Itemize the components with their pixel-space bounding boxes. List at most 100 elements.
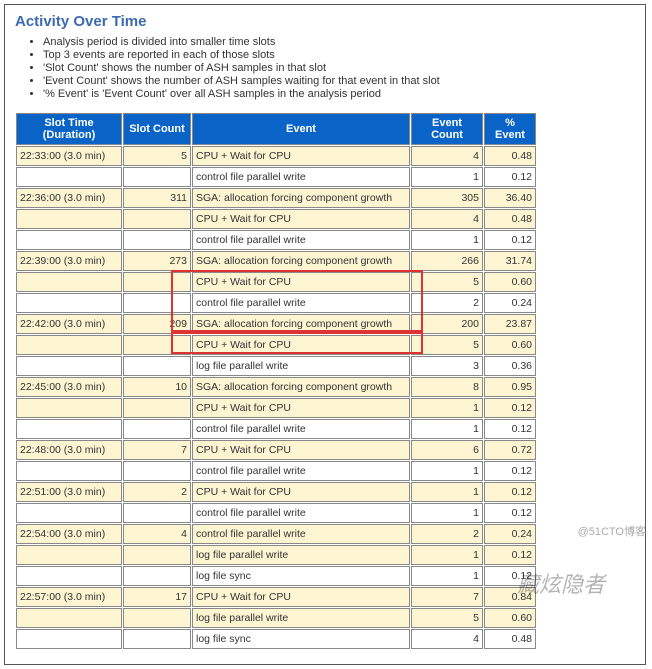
cell-event: SGA: allocation forcing component growth <box>192 314 410 334</box>
cell-event-count: 5 <box>411 272 483 292</box>
col-event-count: Event Count <box>411 113 483 145</box>
cell-event: CPU + Wait for CPU <box>192 146 410 166</box>
cell-slot-time <box>16 167 122 187</box>
cell-slot-time: 22:51:00 (3.0 min) <box>16 482 122 502</box>
header-row: Slot Time (Duration) Slot Count Event Ev… <box>16 113 536 145</box>
cell-pct-event: 0.48 <box>484 209 536 229</box>
cell-event-count: 266 <box>411 251 483 271</box>
cell-event-count: 1 <box>411 482 483 502</box>
table-row: 22:45:00 (3.0 min)10SGA: allocation forc… <box>16 377 536 397</box>
table-row: control file parallel write20.24 <box>16 293 536 313</box>
cell-event-count: 1 <box>411 230 483 250</box>
cell-pct-event: 0.60 <box>484 335 536 355</box>
cell-event: control file parallel write <box>192 503 410 523</box>
cell-slot-time: 22:54:00 (3.0 min) <box>16 524 122 544</box>
cell-slot-count: 273 <box>123 251 191 271</box>
cell-event-count: 4 <box>411 629 483 649</box>
cell-pct-event: 0.72 <box>484 440 536 460</box>
cell-event: log file sync <box>192 629 410 649</box>
cell-slot-time: 22:33:00 (3.0 min) <box>16 146 122 166</box>
cell-event-count: 200 <box>411 314 483 334</box>
cell-slot-count <box>123 629 191 649</box>
col-event: Event <box>192 113 410 145</box>
cell-pct-event: 36.40 <box>484 188 536 208</box>
explanation-item: 'Event Count' shows the number of ASH sa… <box>43 75 635 87</box>
cell-event-count: 1 <box>411 398 483 418</box>
cell-pct-event: 0.12 <box>484 230 536 250</box>
table-row: control file parallel write10.12 <box>16 461 536 481</box>
cell-slot-count <box>123 272 191 292</box>
cell-event: CPU + Wait for CPU <box>192 398 410 418</box>
cell-event: CPU + Wait for CPU <box>192 587 410 607</box>
cell-slot-count: 209 <box>123 314 191 334</box>
cell-pct-event: 0.84 <box>484 587 536 607</box>
cell-slot-time <box>16 608 122 628</box>
cell-event-count: 2 <box>411 524 483 544</box>
cell-pct-event: 0.12 <box>484 419 536 439</box>
cell-slot-time <box>16 398 122 418</box>
table-row: log file parallel write50.60 <box>16 608 536 628</box>
cell-pct-event: 31.74 <box>484 251 536 271</box>
cell-slot-time: 22:36:00 (3.0 min) <box>16 188 122 208</box>
cell-event: log file parallel write <box>192 545 410 565</box>
cell-slot-time <box>16 272 122 292</box>
cell-event: control file parallel write <box>192 461 410 481</box>
cell-event-count: 1 <box>411 419 483 439</box>
cell-event: CPU + Wait for CPU <box>192 440 410 460</box>
col-slot-count: Slot Count <box>123 113 191 145</box>
cell-slot-time <box>16 293 122 313</box>
cell-slot-count <box>123 356 191 376</box>
cell-slot-count <box>123 461 191 481</box>
cell-slot-count <box>123 230 191 250</box>
cell-event: control file parallel write <box>192 167 410 187</box>
table-row: CPU + Wait for CPU50.60 <box>16 335 536 355</box>
explanation-item: '% Event' is 'Event Count' over all ASH … <box>43 88 635 100</box>
explanation-list: Analysis period is divided into smaller … <box>43 36 635 100</box>
explanation-item: Top 3 events are reported in each of tho… <box>43 49 635 61</box>
cell-slot-count <box>123 293 191 313</box>
cell-slot-count <box>123 335 191 355</box>
cell-event-count: 1 <box>411 545 483 565</box>
table-row: 22:33:00 (3.0 min)5CPU + Wait for CPU40.… <box>16 146 536 166</box>
cell-pct-event: 0.24 <box>484 524 536 544</box>
cell-slot-count: 5 <box>123 146 191 166</box>
table-row: CPU + Wait for CPU50.60 <box>16 272 536 292</box>
table-row: CPU + Wait for CPU40.48 <box>16 209 536 229</box>
cell-pct-event: 0.48 <box>484 629 536 649</box>
table-row: CPU + Wait for CPU10.12 <box>16 398 536 418</box>
cell-event: log file parallel write <box>192 608 410 628</box>
cell-slot-count: 2 <box>123 482 191 502</box>
table-row: log file sync10.12 <box>16 566 536 586</box>
cell-pct-event: 0.12 <box>484 503 536 523</box>
cell-event-count: 5 <box>411 608 483 628</box>
explanation-item: Analysis period is divided into smaller … <box>43 36 635 48</box>
cell-event: log file parallel write <box>192 356 410 376</box>
cell-pct-event: 0.12 <box>484 566 536 586</box>
table-row: log file parallel write30.36 <box>16 356 536 376</box>
cell-slot-count: 10 <box>123 377 191 397</box>
cell-slot-count <box>123 209 191 229</box>
cell-slot-time <box>16 356 122 376</box>
explanation-item: 'Slot Count' shows the number of ASH sam… <box>43 62 635 74</box>
table-row: 22:42:00 (3.0 min)209SGA: allocation for… <box>16 314 536 334</box>
cell-event: log file sync <box>192 566 410 586</box>
cell-event: SGA: allocation forcing component growth <box>192 251 410 271</box>
cell-event-count: 305 <box>411 188 483 208</box>
cell-event-count: 1 <box>411 461 483 481</box>
cell-slot-count <box>123 566 191 586</box>
cell-pct-event: 0.12 <box>484 461 536 481</box>
cell-pct-event: 0.12 <box>484 482 536 502</box>
table-row: 22:36:00 (3.0 min)311SGA: allocation for… <box>16 188 536 208</box>
cell-slot-time: 22:45:00 (3.0 min) <box>16 377 122 397</box>
cell-event: control file parallel write <box>192 230 410 250</box>
cell-slot-time <box>16 209 122 229</box>
cell-slot-count: 17 <box>123 587 191 607</box>
cell-slot-time <box>16 503 122 523</box>
cell-event-count: 6 <box>411 440 483 460</box>
table-row: control file parallel write10.12 <box>16 503 536 523</box>
cell-slot-time <box>16 629 122 649</box>
cell-event: CPU + Wait for CPU <box>192 209 410 229</box>
table-row: 22:54:00 (3.0 min)4control file parallel… <box>16 524 536 544</box>
cell-event: SGA: allocation forcing component growth <box>192 188 410 208</box>
cell-event-count: 7 <box>411 587 483 607</box>
